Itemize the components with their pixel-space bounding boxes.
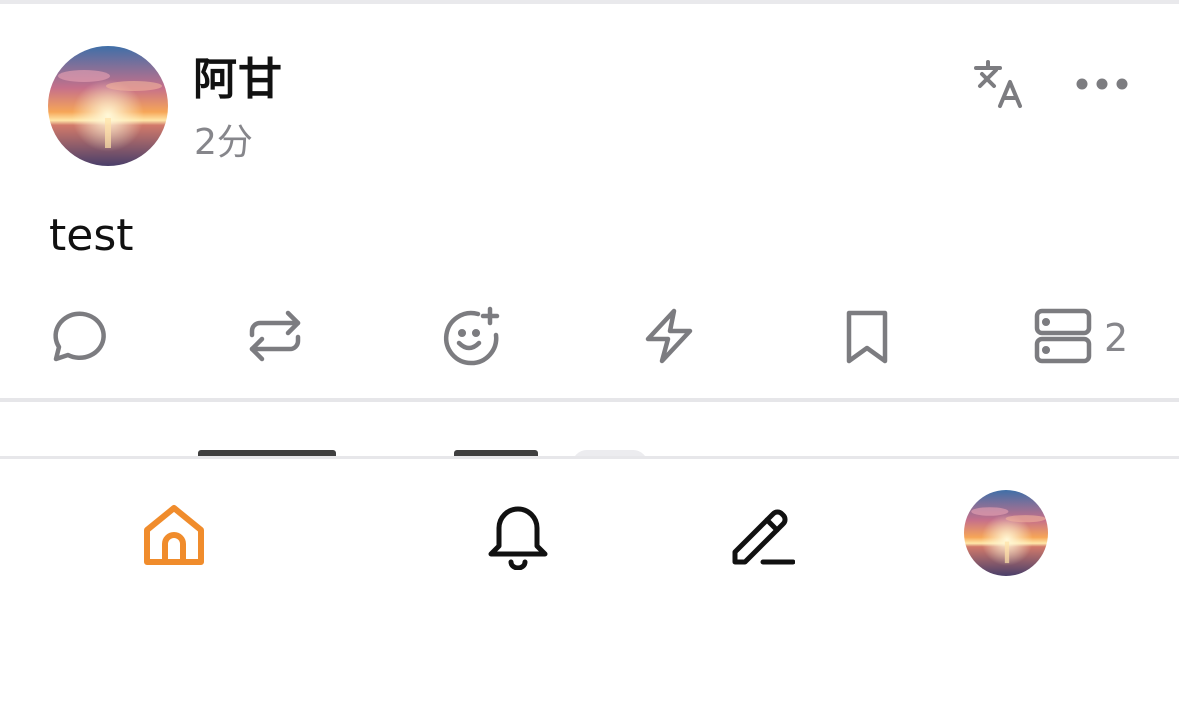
post-timestamp[interactable]: 2分 [194,120,253,166]
next-post-preview[interactable] [0,402,1179,458]
translate-button[interactable] [970,58,1028,116]
nav-home-tab[interactable] [132,495,216,579]
add-reaction-button[interactable] [440,300,502,376]
author-avatar[interactable] [48,46,168,166]
reply-button[interactable] [46,300,108,376]
timeline-screen: 阿甘 2分 test 2 [0,0,1179,706]
server-count: 2 [1104,316,1129,360]
post-actions-bar: 2 [0,300,1179,376]
bell-icon [485,500,551,574]
pencil-icon [729,502,796,572]
repost-icon [244,305,306,371]
bottom-navigation-bar [0,456,1179,706]
home-icon [141,502,207,572]
boost-button[interactable] [638,300,700,376]
post-card[interactable]: 阿甘 2分 test 2 [0,4,1179,400]
post-content: test [49,210,134,261]
avatar [964,490,1048,576]
nav-notifications-tab[interactable] [476,495,560,579]
more-options-button[interactable] [1074,64,1130,108]
nav-compose-tab[interactable] [720,495,804,579]
more-horizontal-icon [1074,74,1130,98]
repost-button[interactable] [244,300,306,376]
nav-profile-tab[interactable] [964,490,1048,576]
author-name[interactable]: 阿甘 [193,52,283,108]
translate-icon [970,56,1028,118]
server-icon [1032,305,1094,371]
server-info-button[interactable]: 2 [1032,300,1128,376]
bookmark-icon [836,305,898,371]
reply-bubble-icon [46,305,108,371]
lightning-icon [638,305,700,371]
bookmark-button[interactable] [836,300,898,376]
add-reaction-icon [440,305,502,371]
